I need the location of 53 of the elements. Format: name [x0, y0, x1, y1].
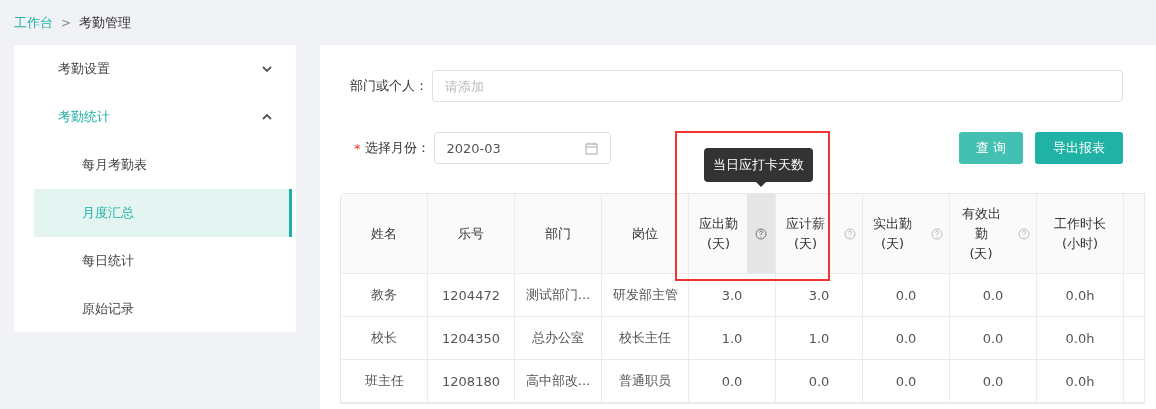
table-cell: 0.0h	[1037, 274, 1124, 317]
table-cell: 0.0	[950, 360, 1037, 403]
person-field[interactable]: 请添加	[432, 70, 1123, 102]
table-cell: 高中部改...	[515, 360, 602, 403]
table-cell: 总办公室	[515, 317, 602, 360]
column-header: 工作时长 (小时)	[1037, 194, 1124, 274]
table-cell: 0.0	[950, 317, 1037, 360]
column-header: 乐号	[428, 194, 515, 274]
tooltip-pointer	[756, 182, 766, 187]
table-cell: 0.0	[863, 317, 950, 360]
tooltip: 当日应打卡天数	[704, 148, 813, 182]
table-cell: 1204472	[428, 274, 515, 317]
table-cell: 0.0	[863, 360, 950, 403]
table-cell: 研发部主管	[602, 274, 689, 317]
column-header: 实出勤 (天)	[863, 194, 950, 274]
table-cell: 1.0	[689, 317, 776, 360]
table-cell: 普通职员	[602, 360, 689, 403]
required-mark: *	[354, 140, 361, 156]
sidebar-item[interactable]: 每月考勤表	[34, 141, 292, 189]
table-cell: 1.0	[776, 317, 863, 360]
table-cell: 0.0h	[1037, 360, 1124, 403]
column-header: 应计薪 (天)	[776, 194, 863, 274]
month-picker[interactable]: 2020-03	[433, 132, 611, 164]
table-cell: 0.0	[776, 360, 863, 403]
sidebar-item[interactable]: 原始记录	[34, 285, 292, 333]
column-header: 应出勤 (天)	[689, 194, 776, 274]
chevron-down-icon	[262, 66, 272, 72]
column-header: 姓名	[341, 194, 428, 274]
table-cell: 0.0	[863, 274, 950, 317]
table-cell: 1208180	[428, 360, 515, 403]
table-cell: 测试部门...	[515, 274, 602, 317]
sidebar-item[interactable]: 每日统计	[34, 237, 292, 285]
chevron-up-icon	[262, 114, 272, 120]
table-cell: 0.0h	[1037, 317, 1124, 360]
table-cell: 1204350	[428, 317, 515, 360]
table-cell: 班主任	[341, 360, 428, 403]
sidebar-group[interactable]: 考勤设置	[14, 45, 296, 93]
column-header: 部门	[515, 194, 602, 274]
field-label: 选择月份：	[364, 139, 430, 157]
table-cell: 3.0	[689, 274, 776, 317]
table-cell: 教务	[341, 274, 428, 317]
help-icon[interactable]	[747, 194, 775, 273]
breadcrumb-separator: >	[61, 15, 72, 30]
field-label: 部门或个人：	[350, 77, 428, 95]
calendar-icon	[584, 141, 598, 155]
table-cell: 校长	[341, 317, 428, 360]
column-header: 岗位	[602, 194, 689, 274]
table-cell: 0.0	[950, 274, 1037, 317]
table-cell: 0.0	[689, 360, 776, 403]
breadcrumb-current: 考勤管理	[79, 13, 132, 32]
table-cell: 3.0	[776, 274, 863, 317]
column-header: 有效出勤 (天)	[950, 194, 1037, 274]
table-cell: 校长主任	[602, 317, 689, 360]
